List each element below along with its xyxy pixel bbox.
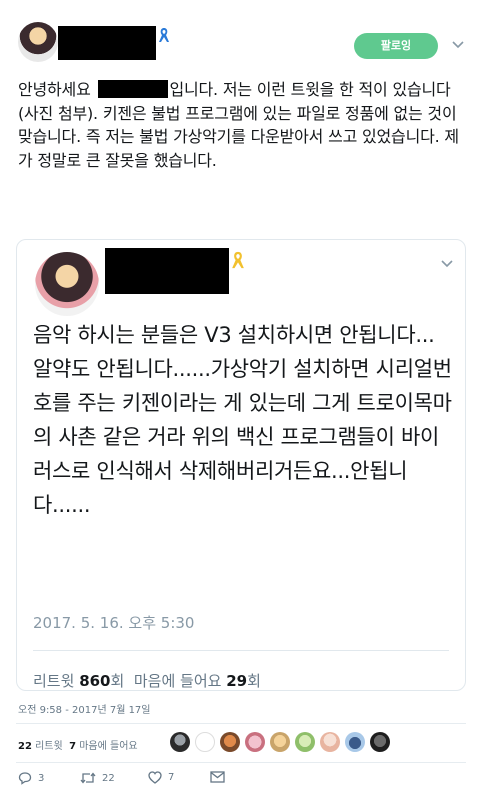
quoted-like-unit: 회 [247, 672, 261, 690]
liker-avatar[interactable] [245, 732, 265, 752]
quoted-like-label: 마음에 들어요 [133, 672, 222, 690]
mail-icon [210, 771, 225, 783]
quoted-tweet-card[interactable]: 음악 하시는 분들은 V3 설치하시면 안됩니다...알약도 안됩니다.....… [16, 239, 466, 691]
divider [33, 650, 449, 651]
retweet-label: 리트윗 [35, 741, 63, 752]
divider [16, 723, 466, 724]
tweet-text: 안녕하세요 입니다. 저는 이런 트윗을 한 적이 있습니다(사진 첨부). 키… [18, 78, 470, 172]
reply-action[interactable]: 3 [18, 771, 44, 785]
reply-count: 3 [38, 772, 45, 784]
quoted-chevron-down-icon[interactable] [441, 257, 453, 271]
quoted-retweet-count[interactable]: 860 [79, 672, 110, 690]
quoted-tweet-date[interactable]: 2017. 5. 16. 오후 5:30 [33, 612, 194, 633]
retweet-icon [80, 772, 96, 784]
liker-avatar[interactable] [320, 732, 340, 752]
yellow-ribbon-icon [231, 250, 245, 273]
liker-avatar[interactable] [220, 732, 240, 752]
liker-avatar[interactable] [370, 732, 390, 752]
retweet-action-count: 22 [102, 772, 115, 784]
liker-avatar[interactable] [195, 732, 215, 752]
liker-avatar[interactable] [295, 732, 315, 752]
quoted-author-avatar[interactable] [35, 252, 99, 316]
chevron-down-icon[interactable] [452, 38, 464, 52]
direct-message-action[interactable] [210, 771, 225, 783]
heart-icon [148, 771, 162, 784]
quoted-like-count[interactable]: 29 [226, 672, 247, 690]
author-avatar[interactable] [18, 22, 58, 62]
quoted-tweet-text: 음악 하시는 분들은 V3 설치하시면 안됩니다...알약도 안됩니다.....… [33, 323, 452, 517]
tweet-text-part1: 안녕하세요 [18, 80, 96, 99]
redacted-author-name [58, 26, 156, 60]
liker-avatar[interactable] [170, 732, 190, 752]
tweet-stats: 22 리트윗 7 마음에 들어요 [18, 737, 138, 752]
blue-ribbon-icon [158, 27, 170, 46]
like-label: 마음에 들어요 [79, 741, 138, 752]
like-count[interactable]: 7 [69, 741, 76, 752]
liker-avatar[interactable] [345, 732, 365, 752]
liker-avatar[interactable] [270, 732, 290, 752]
retweet-count[interactable]: 22 [18, 741, 32, 752]
redacted-quoted-author-name [105, 248, 229, 294]
following-button[interactable]: 팔로잉 [354, 33, 438, 59]
retweet-action[interactable]: 22 [80, 771, 115, 785]
reply-icon [18, 772, 32, 785]
tweet-actions: 3 22 7 [18, 771, 318, 789]
quoted-retweet-unit: 회 [110, 672, 125, 690]
like-action[interactable]: 7 [148, 771, 174, 784]
tweet-timestamp[interactable]: 오전 9:58 - 2017년 7월 17일 [18, 701, 151, 716]
redacted-inline-name [97, 80, 168, 98]
divider [16, 762, 466, 763]
tweet-header: 팔로잉 [0, 0, 480, 70]
quoted-retweet-label: 리트윗 [33, 672, 75, 690]
quoted-tweet-stats: 리트윗 860회 마음에 들어요 29회 [33, 670, 261, 691]
like-action-count: 7 [168, 772, 175, 783]
